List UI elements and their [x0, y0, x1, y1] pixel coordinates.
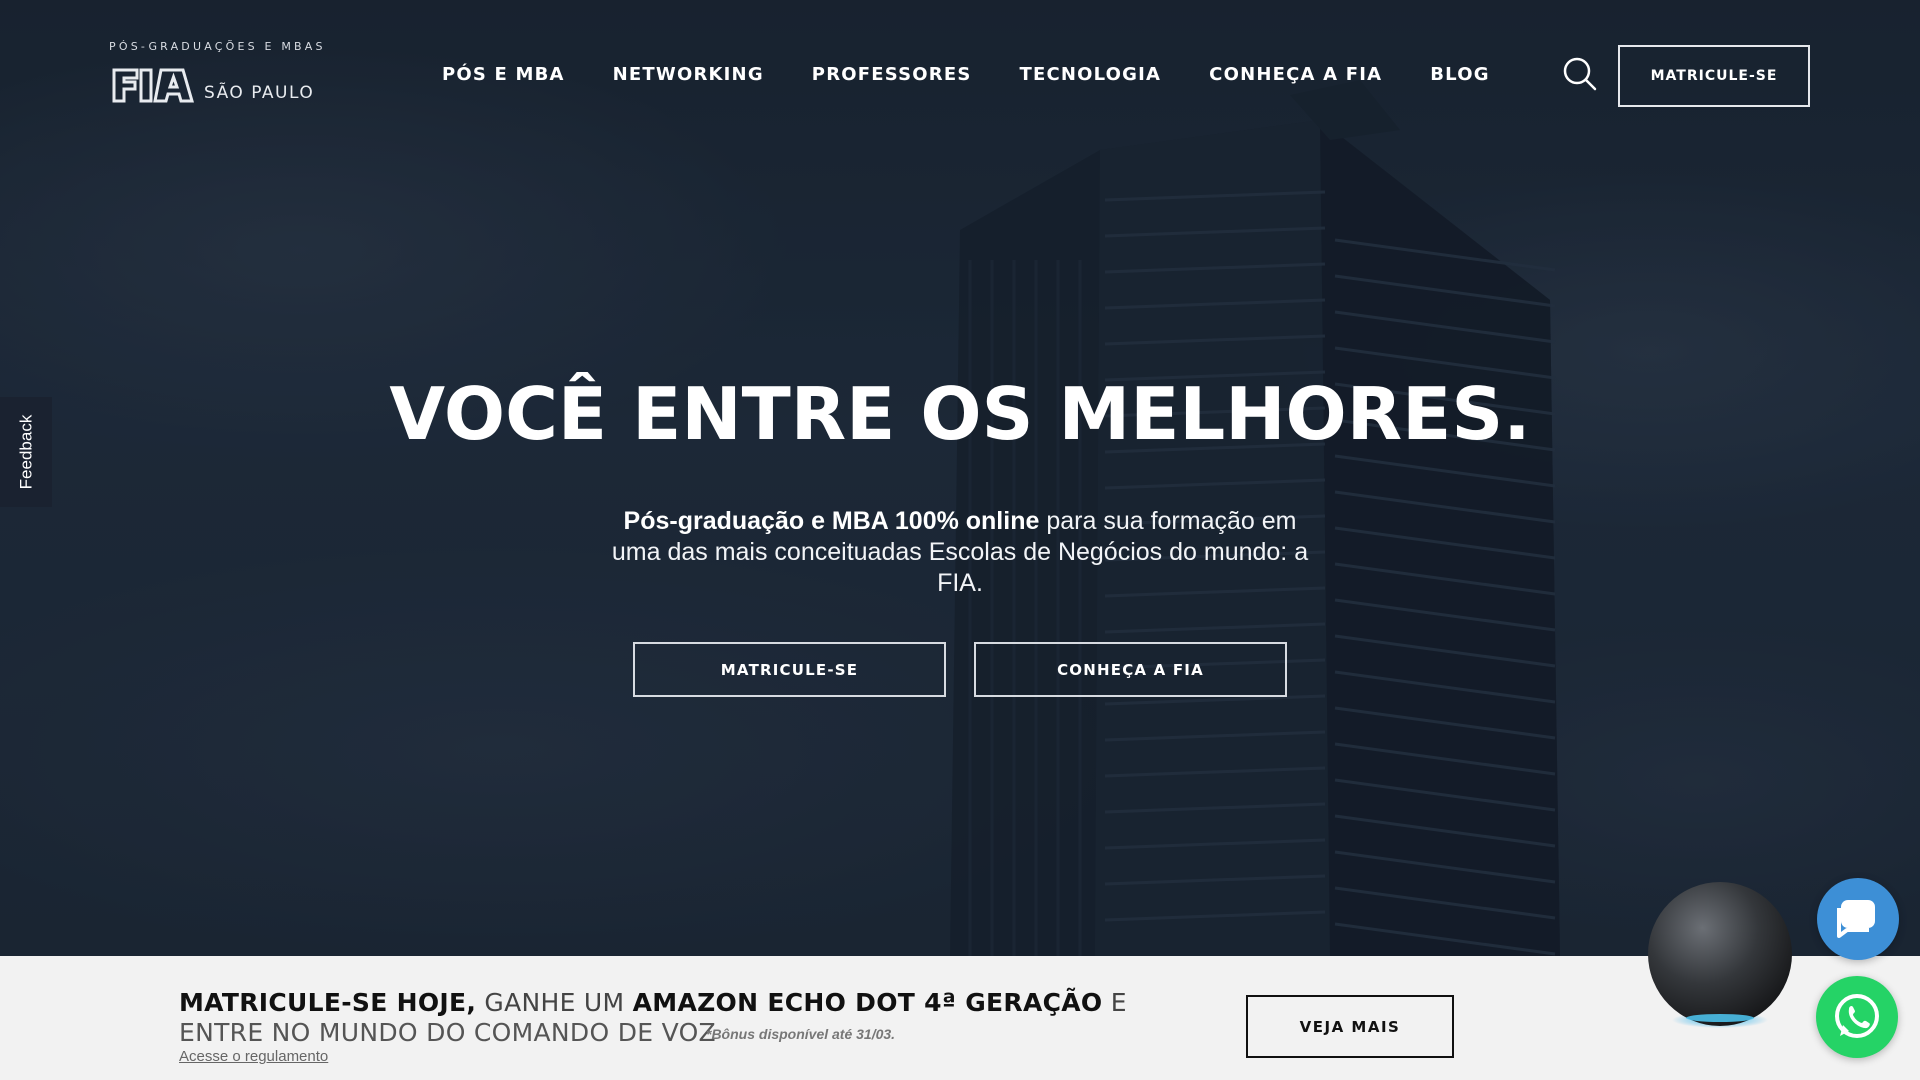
promo-headline-line-2: ENTRE NO MUNDO DO COMANDO DE VOZ — [179, 1018, 716, 1047]
logo-tagline: PÓS-GRADUAÇÕES E MBAS — [109, 40, 326, 53]
promo-bonus-note: *Bônus disponível até 31/03. — [706, 1026, 896, 1042]
promo-headline-bold-1: MATRICULE-SE HOJE, — [179, 988, 477, 1017]
site-header: PÓS-GRADUAÇÕES E MBAS SÃO PAULO PÓS E MB… — [0, 0, 1920, 150]
promo-headline-text-1: GANHE UM — [476, 988, 633, 1017]
chat-button[interactable] — [1817, 878, 1899, 960]
hero-conheca-button[interactable]: CONHEÇA A FIA — [974, 642, 1287, 697]
whatsapp-icon — [1835, 994, 1879, 1038]
nav-item-tecnologia[interactable]: TECNOLOGIA — [1019, 60, 1161, 90]
logo-city: SÃO PAULO — [204, 83, 315, 103]
hero-matricule-button[interactable]: MATRICULE-SE — [633, 642, 946, 697]
hero-title: VOCÊ ENTRE OS MELHORES. — [389, 372, 1531, 456]
search-icon[interactable] — [1562, 56, 1598, 92]
promo-headline-bold-2: AMAZON ECHO DOT 4ª GERAÇÃO — [632, 988, 1103, 1017]
nav-item-networking[interactable]: NETWORKING — [613, 60, 764, 90]
promo-headline: MATRICULE-SE HOJE, GANHE UM AMAZON ECHO … — [179, 988, 1127, 1017]
nav-item-blog[interactable]: BLOG — [1430, 60, 1489, 90]
hero-subtitle: Pós-graduação e MBA 100% online para sua… — [600, 506, 1320, 599]
nav-item-conheca-a-fia[interactable]: CONHEÇA A FIA — [1209, 60, 1382, 90]
header-matricule-button[interactable]: MATRICULE-SE — [1618, 45, 1810, 107]
nav-item-pos-e-mba[interactable]: PÓS E MBA — [442, 60, 565, 90]
whatsapp-button[interactable] — [1816, 976, 1898, 1058]
echo-dot-image — [1648, 882, 1792, 1028]
promo-banner: MATRICULE-SE HOJE, GANHE UM AMAZON ECHO … — [0, 956, 1920, 1080]
promo-veja-mais-button[interactable]: VEJA MAIS — [1246, 995, 1454, 1058]
fia-logo-mark — [112, 68, 194, 103]
nav-item-professores[interactable]: PROFESSORES — [812, 60, 972, 90]
main-nav: PÓS E MBA NETWORKING PROFESSORES TECNOLO… — [442, 60, 1538, 90]
chat-icon — [1837, 900, 1875, 938]
promo-headline-text-2: E — [1102, 988, 1127, 1017]
promo-regulation-link[interactable]: Acesse o regulamento — [179, 1048, 328, 1065]
fia-logo[interactable]: PÓS-GRADUAÇÕES E MBAS SÃO PAULO — [108, 40, 328, 110]
hero-subtitle-bold: Pós-graduação e MBA 100% online — [623, 507, 1040, 535]
